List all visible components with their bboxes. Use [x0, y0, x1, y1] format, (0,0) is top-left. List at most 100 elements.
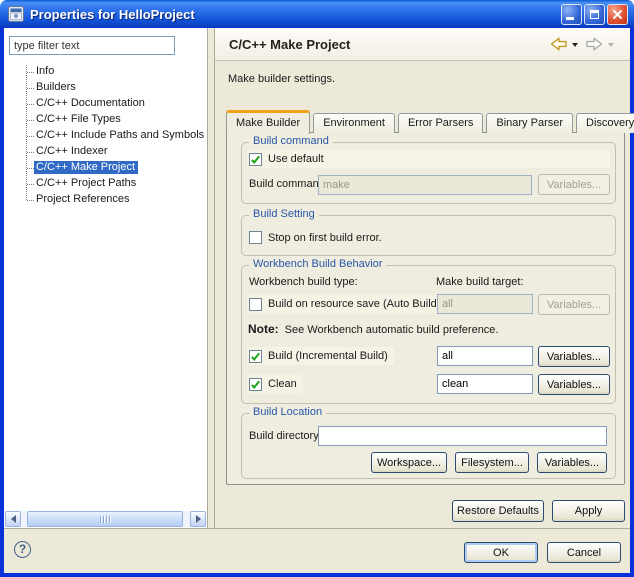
apply-button[interactable]: Apply	[552, 500, 625, 522]
tab-binary-parser[interactable]: Binary Parser	[486, 113, 573, 133]
make-build-target-label: Make build target:	[436, 276, 523, 288]
variables-button-incremental[interactable]: Variables...	[538, 346, 610, 367]
clean-checkbox[interactable]	[249, 378, 262, 391]
forward-arrow-icon	[586, 36, 603, 52]
sidebar-item-project-references[interactable]: Project References	[4, 192, 205, 208]
tab-environment[interactable]: Environment	[313, 113, 395, 133]
dialog-body: Info Builders C/C++ Documentation C/C++ …	[0, 28, 634, 577]
titlebar[interactable]: Properties for HelloProject	[0, 0, 634, 28]
workspace-button[interactable]: Workspace...	[371, 452, 447, 473]
page-description: Make builder settings.	[228, 73, 335, 85]
horizontal-scrollbar[interactable]	[5, 511, 206, 527]
workbench-behavior-group: Workbench Build Behavior Workbench build…	[241, 265, 616, 404]
tab-error-parsers[interactable]: Error Parsers	[398, 113, 483, 133]
back-dropdown-icon[interactable]	[572, 43, 578, 50]
scrollbar-thumb[interactable]	[27, 511, 183, 527]
tab-make-builder[interactable]: Make Builder	[226, 110, 310, 134]
stop-on-error-row: Stop on first build error.	[249, 231, 382, 244]
main-panel: C/C++ Make Project M	[214, 28, 630, 528]
build-command-group: Build command Use default Build command:…	[241, 142, 616, 204]
scroll-right-icon	[196, 515, 205, 523]
sidebar-item-cpp-project-paths[interactable]: C/C++ Project Paths	[4, 176, 205, 192]
sidebar-item-cpp-file-types[interactable]: C/C++ File Types	[4, 112, 205, 128]
scroll-left-icon	[7, 515, 16, 523]
incremental-build-label: Build (Incremental Build)	[268, 350, 388, 362]
sidebar-item-cpp-include-paths[interactable]: C/C++ Include Paths and Symbols	[4, 128, 205, 144]
stop-on-error-label: Stop on first build error.	[268, 232, 382, 244]
incremental-build-checkbox[interactable]	[249, 350, 262, 363]
check-icon	[250, 379, 261, 390]
note-row: Note: See Workbench automatic build prefe…	[248, 322, 498, 336]
build-location-buttons: Workspace... Filesystem... Variables...	[371, 452, 607, 473]
preferences-tree: Info Builders C/C++ Documentation C/C++ …	[4, 64, 205, 208]
check-icon	[250, 154, 261, 165]
history-navigation	[548, 35, 620, 53]
forward-dropdown-icon	[608, 43, 614, 50]
note-label: Note:	[248, 322, 279, 336]
minimize-button[interactable]	[561, 4, 582, 25]
use-default-label: Use default	[268, 153, 324, 165]
build-setting-group-title: Build Setting	[249, 208, 319, 220]
forward-button	[584, 35, 605, 53]
sidebar-item-cpp-indexer[interactable]: C/C++ Indexer	[4, 144, 205, 160]
sidebar-item-info[interactable]: Info	[4, 64, 205, 80]
workbench-group-title: Workbench Build Behavior	[249, 258, 386, 270]
restore-defaults-button[interactable]: Restore Defaults	[452, 500, 544, 522]
auto-build-target-field	[437, 294, 533, 314]
sidebar-item-cpp-make-project[interactable]: C/C++ Make Project	[4, 160, 205, 176]
back-button[interactable]	[548, 35, 569, 53]
make-builder-pane: Build command Use default Build command:…	[226, 132, 625, 485]
page-title: C/C++ Make Project	[229, 37, 548, 52]
use-default-checkbox[interactable]	[249, 153, 262, 166]
clean-target-field[interactable]	[437, 374, 533, 394]
note-text: See Workbench automatic build preference…	[285, 324, 499, 336]
ok-button[interactable]: OK	[464, 542, 538, 563]
variables-button-build-command: Variables...	[538, 174, 610, 195]
window-title: Properties for HelloProject	[30, 7, 559, 22]
tab-bar: Make Builder Environment Error Parsers B…	[226, 110, 634, 133]
properties-dialog: Properties for HelloProject Info Builder…	[0, 0, 634, 577]
close-button[interactable]	[607, 4, 628, 25]
stop-on-error-checkbox[interactable]	[249, 231, 262, 244]
use-default-row: Use default	[247, 150, 610, 168]
clean-label: Clean	[268, 378, 297, 390]
build-command-label: Build command:	[249, 178, 328, 190]
build-directory-field[interactable]	[318, 426, 607, 446]
sidebar: Info Builders C/C++ Documentation C/C++ …	[4, 28, 208, 528]
variables-button-location[interactable]: Variables...	[537, 452, 607, 473]
auto-build-label: Build on resource save (Auto Build)	[268, 298, 440, 310]
close-icon	[612, 9, 623, 20]
variables-button-auto-build: Variables...	[538, 294, 610, 315]
cancel-button[interactable]: Cancel	[547, 542, 621, 563]
incremental-target-field[interactable]	[437, 346, 533, 366]
build-command-field	[318, 175, 532, 195]
auto-build-checkbox[interactable]	[249, 298, 262, 311]
build-location-group: Build Location Build directory: Workspac…	[241, 413, 616, 479]
filter-input[interactable]	[9, 36, 175, 55]
panel-actions: Restore Defaults Apply	[452, 500, 625, 522]
build-command-group-title: Build command	[249, 135, 333, 147]
auto-build-row: Build on resource save (Auto Build)	[247, 295, 446, 313]
sidebar-item-builders[interactable]: Builders	[4, 80, 205, 96]
maximize-button[interactable]	[584, 4, 605, 25]
workbench-build-type-label: Workbench build type:	[249, 276, 358, 288]
minimize-icon	[566, 17, 574, 20]
maximize-icon	[590, 10, 599, 19]
clean-row: Clean	[247, 375, 303, 393]
build-setting-group: Build Setting Stop on first build error.	[241, 215, 616, 256]
build-location-group-title: Build Location	[249, 406, 326, 418]
filesystem-button[interactable]: Filesystem...	[455, 452, 529, 473]
page-header: C/C++ Make Project	[215, 28, 630, 61]
footer-buttons: OK Cancel	[464, 542, 621, 563]
build-directory-label: Build directory:	[249, 430, 322, 442]
scroll-left-button[interactable]	[5, 511, 21, 527]
dialog-footer: ? OK Cancel	[4, 528, 630, 573]
scroll-right-button[interactable]	[190, 511, 206, 527]
tab-discovery-options[interactable]: Discovery Options	[576, 113, 634, 133]
properties-window-icon	[8, 6, 24, 22]
incremental-build-row: Build (Incremental Build)	[247, 347, 394, 365]
back-arrow-icon	[550, 36, 567, 52]
help-icon[interactable]: ?	[14, 541, 31, 558]
sidebar-item-cpp-documentation[interactable]: C/C++ Documentation	[4, 96, 205, 112]
variables-button-clean[interactable]: Variables...	[538, 374, 610, 395]
